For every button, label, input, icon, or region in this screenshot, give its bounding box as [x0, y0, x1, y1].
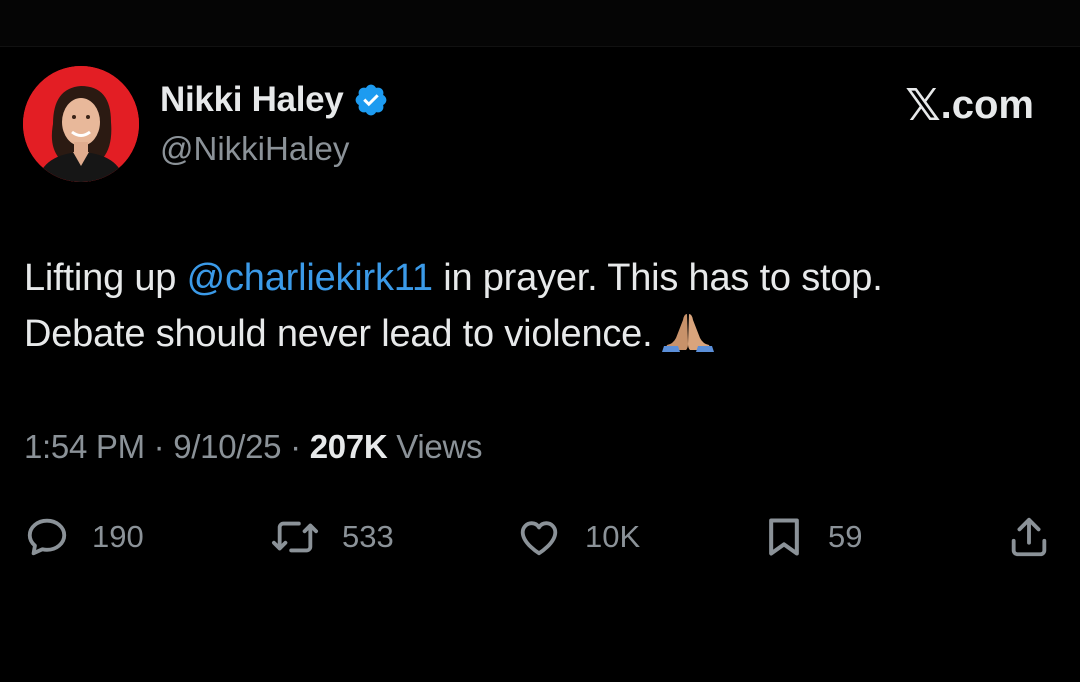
heart-icon — [520, 521, 558, 556]
meta-separator: · — [281, 428, 310, 465]
reply-count: 190 — [92, 519, 144, 554]
repost-button[interactable]: 533 — [270, 512, 394, 562]
author-handle[interactable]: @NikkiHaley — [160, 130, 349, 168]
share-icon — [1011, 517, 1047, 557]
verified-badge-icon — [356, 84, 387, 116]
tweet-text: Lifting up @charliekirk11 in prayer. Thi… — [24, 250, 1054, 362]
brand-domain: .com — [940, 83, 1034, 127]
x-logo-icon: 𝕏 — [905, 80, 941, 131]
tweet-time[interactable]: 1:54 PM — [24, 428, 145, 465]
meta-separator: · — [144, 428, 174, 465]
action-bar: 190 533 10K 59 — [0, 512, 1080, 562]
views-label: Views — [387, 428, 483, 465]
tweet-text-line1-end: in prayer. This has to stop. — [432, 257, 883, 299]
bookmark-icon — [769, 518, 799, 556]
bookmark-count: 59 — [828, 519, 863, 554]
bookmark-button[interactable]: 59 — [762, 512, 862, 562]
author-name-row: Nikki Haley — [160, 80, 389, 120]
tweet-meta: 1:54 PM · 9/10/25 · 207K Views — [24, 428, 483, 466]
folded-hands-emoji-icon — [662, 314, 715, 352]
tweet-text-start: Lifting up — [24, 257, 187, 299]
like-count: 10K — [585, 519, 641, 554]
repost-count: 533 — [342, 519, 394, 554]
tweet-text-line2: Debate should never lead to violence. — [24, 313, 653, 355]
repost-icon — [271, 521, 318, 553]
views-count: 207K — [309, 428, 388, 465]
display-name[interactable]: Nikki Haley — [160, 80, 344, 120]
reply-button[interactable]: 190 — [24, 512, 144, 562]
like-button[interactable]: 10K — [515, 512, 640, 562]
tweet-date[interactable]: 9/10/25 — [173, 428, 281, 465]
avatar[interactable] — [23, 66, 139, 182]
mention-link[interactable]: @charliekirk11 — [187, 257, 433, 299]
reply-icon — [27, 518, 67, 556]
share-button[interactable] — [1006, 512, 1052, 562]
top-bar — [0, 0, 1080, 47]
x-brand-logo: 𝕏 .com — [905, 80, 1034, 131]
